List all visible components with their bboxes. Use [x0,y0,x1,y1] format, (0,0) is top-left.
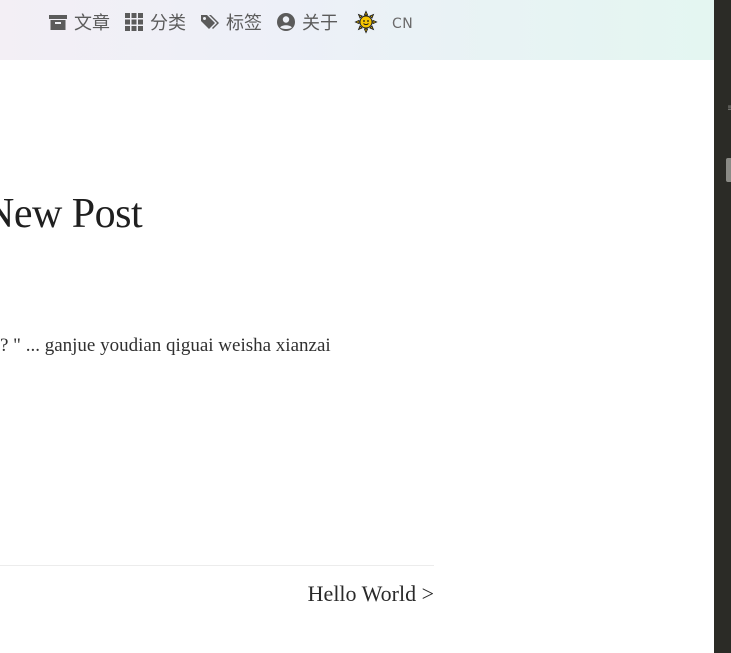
panel-handle-icon[interactable]: ≡ [727,104,731,118]
tags-icon [200,12,220,32]
post-title[interactable]: New Post [0,188,143,240]
theme-toggle-button[interactable] [354,10,378,34]
nav-item-label: 标签 [226,13,262,34]
nav-item-label: 文章 [74,13,110,34]
archive-icon [48,12,68,32]
post-excerpt: ? " ... ganjue youdian qiguai weisha xia… [0,335,331,356]
side-panel: ≡ [714,0,731,653]
next-post-link[interactable]: Hello World > [308,580,434,608]
nav-item-label: 分类 [150,13,186,34]
top-navbar: 文章 分类 标签 关于 CN [0,0,714,60]
blog-page: 文章 分类 标签 关于 CN ew Post ? " ... ganjue yo… [0,0,714,653]
main-nav: 文章 分类 标签 关于 CN [48,9,413,35]
nav-item-archives[interactable]: 文章 [48,9,110,35]
nav-item-about[interactable]: 关于 [276,9,338,35]
nav-item-tags[interactable]: 标签 [200,9,262,35]
grid-icon [124,12,144,32]
nav-item-label: 关于 [302,13,338,34]
nav-item-categories[interactable]: 分类 [124,9,186,35]
panel-tab[interactable] [726,158,731,182]
pager-divider [0,565,434,566]
sun-icon [354,10,378,34]
language-switch[interactable]: CN [392,16,413,32]
user-circle-icon [276,12,296,32]
